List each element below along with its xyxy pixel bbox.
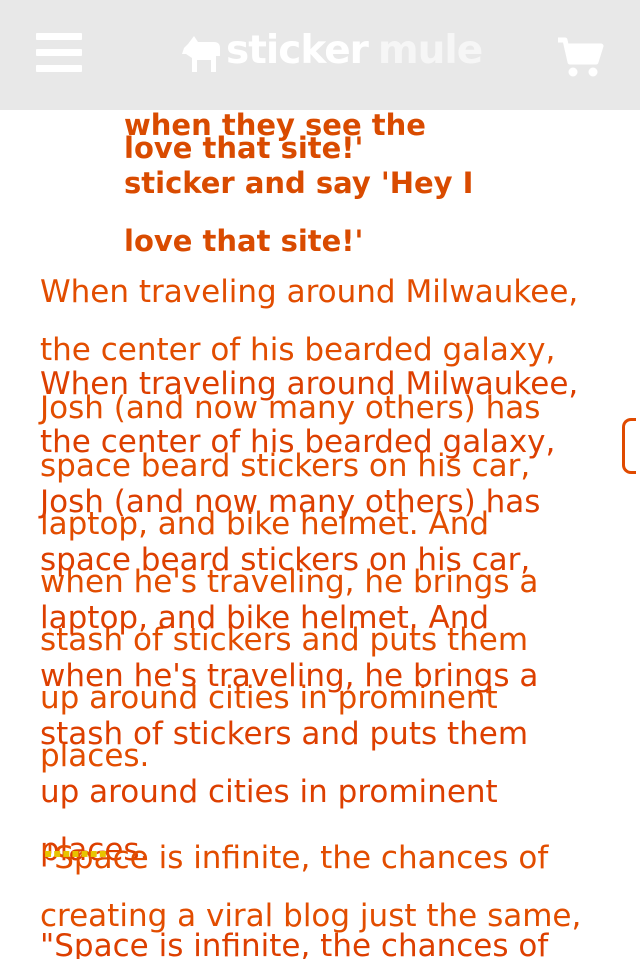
article-text-line: the center of his bearded galaxy,: [40, 332, 556, 368]
mule-logo-icon: [182, 36, 220, 72]
article-text-line: When traveling around Milwaukee,: [40, 274, 579, 310]
article-text-line: space beard stickers on his car,: [40, 542, 531, 578]
brand-logo[interactable]: sticker mule: [180, 28, 483, 78]
article-quote-line: "Space is infinite, the chances of: [40, 840, 549, 876]
article-text-line: when he's traveling, he brings a: [40, 658, 539, 694]
article-bold-line: love that site!': [124, 224, 364, 258]
brand-name-part2: mule: [378, 28, 483, 73]
menu-bar: [36, 65, 82, 72]
shopping-cart-icon[interactable]: [556, 36, 604, 78]
article-text-line: up around cities in prominent: [40, 774, 498, 810]
article-text-line: Josh (and now many others) has: [40, 484, 541, 520]
article-text-line: laptop, and bike helmet. And: [40, 600, 490, 636]
article-text-line: stash of stickers and puts them: [40, 716, 529, 752]
article-text-line: the center of his bearded galaxy,: [40, 424, 556, 460]
inline-image-placeholder: ▪▪▪▪▪▪▪: [44, 846, 108, 860]
article-text-line: When traveling around Milwaukee,: [40, 366, 579, 402]
header-bar: sticker mule: [0, 0, 640, 110]
article-bold-line: sticker and say 'Hey I: [124, 166, 474, 200]
brand-name-part1: sticker: [226, 28, 369, 73]
article-quote-line: "Space is infinite, the chances of: [40, 928, 549, 959]
article-bold-line: love that site!': [124, 131, 364, 165]
scroll-indicator[interactable]: [622, 418, 636, 474]
page: sticker mule when they see the love that…: [0, 0, 640, 959]
menu-bar: [36, 33, 82, 40]
hamburger-menu-icon[interactable]: [36, 33, 82, 73]
menu-bar: [36, 49, 82, 56]
